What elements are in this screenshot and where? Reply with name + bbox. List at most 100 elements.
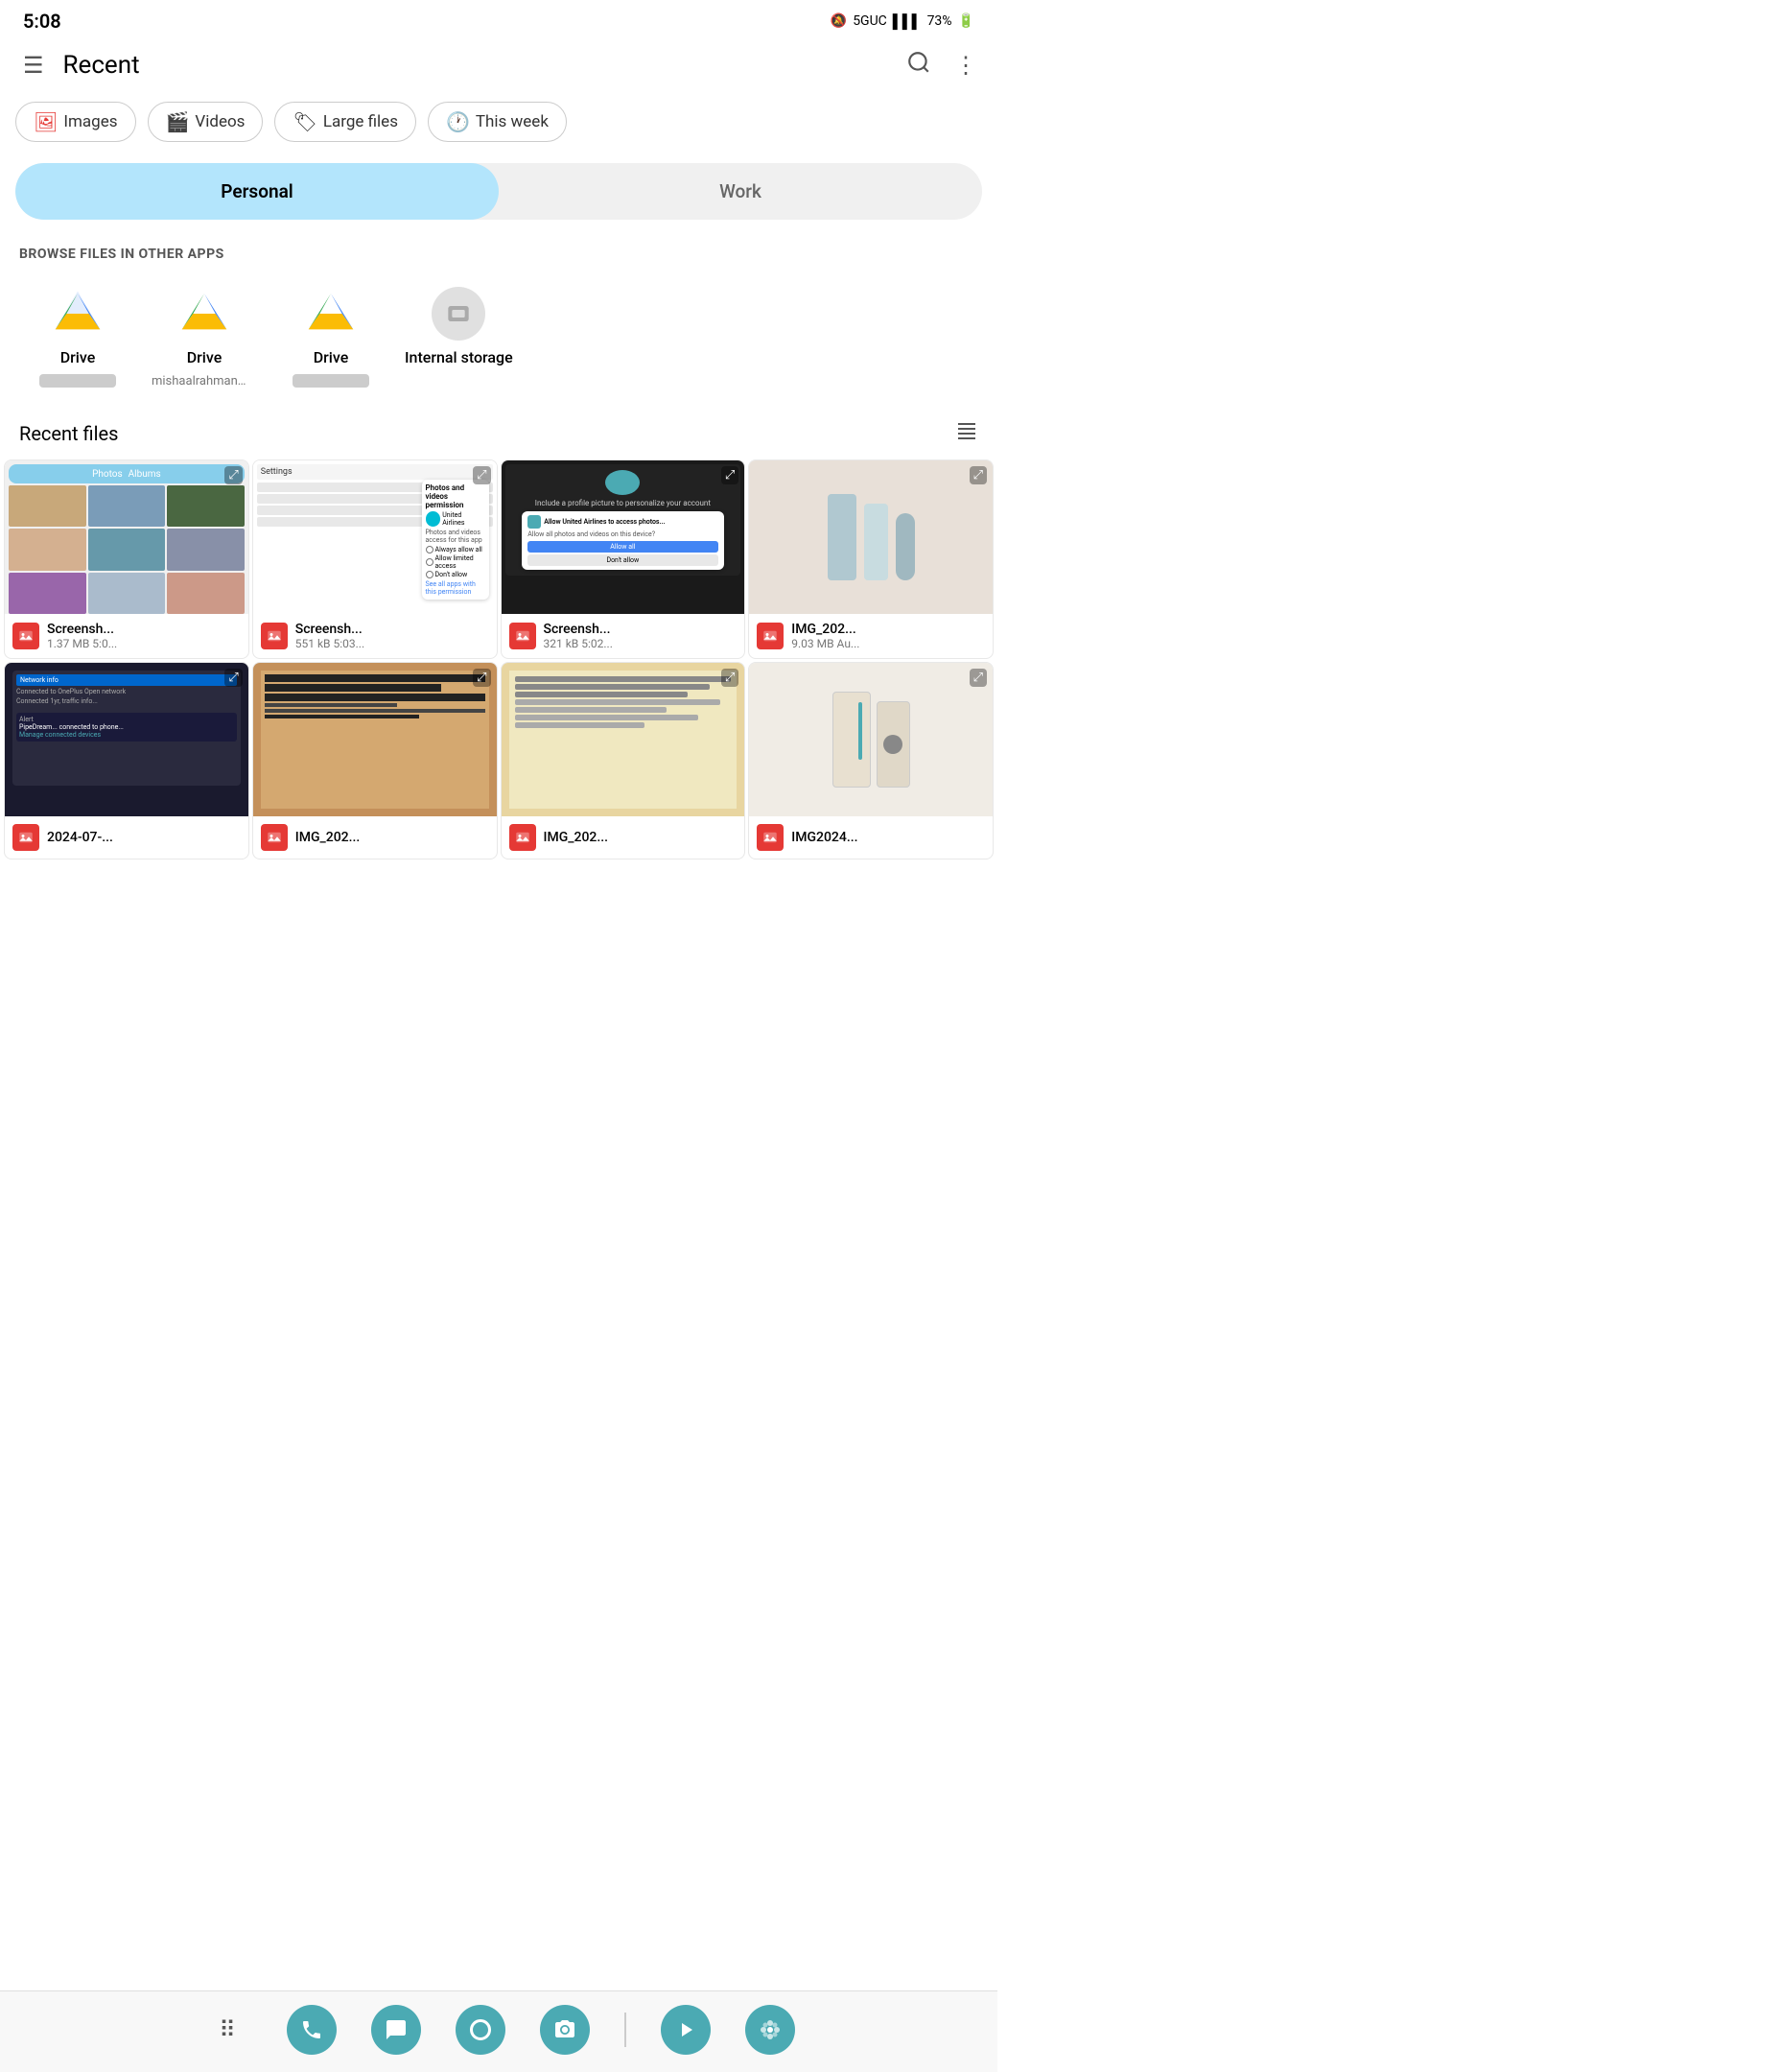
- nav-flower-icon[interactable]: [745, 2005, 795, 2055]
- nav-chat-icon[interactable]: [371, 2005, 421, 2055]
- more-options-icon[interactable]: ⋮: [949, 46, 982, 84]
- file-size-4: 9.03 MB Au...: [791, 637, 859, 650]
- nav-browser-icon[interactable]: [456, 2005, 505, 2055]
- file-thumb-5: Network info Connected to OnePlus Open n…: [5, 663, 248, 816]
- file-meta-4: IMG_202... 9.03 MB Au...: [791, 622, 859, 650]
- expand-icon-7[interactable]: ⤢: [721, 669, 738, 687]
- tab-bar: Personal Work: [15, 163, 982, 220]
- chip-videos[interactable]: 🎬 Videos: [148, 102, 264, 142]
- app-drive-2-name: Drive: [187, 348, 222, 366]
- page-title: Recent: [63, 51, 901, 80]
- app-internal-storage[interactable]: Internal storage: [393, 279, 525, 396]
- file-type-icon-2: [261, 623, 288, 649]
- expand-icon-4[interactable]: ⤢: [970, 466, 987, 484]
- file-meta-7: IMG_202...: [544, 830, 609, 845]
- chip-large-files[interactable]: 🏷 Large files: [274, 102, 416, 142]
- file-card-5[interactable]: Network info Connected to OnePlus Open n…: [4, 662, 249, 859]
- chip-images-label: Images: [63, 112, 117, 131]
- file-name-6: IMG_202...: [295, 830, 361, 845]
- file-size-1: 1.37 MB 5:0...: [47, 637, 117, 650]
- mute-icon: 🔕: [831, 13, 847, 29]
- menu-icon[interactable]: ☰: [15, 44, 52, 86]
- list-view-icon[interactable]: [955, 419, 978, 448]
- chip-videos-label: Videos: [195, 112, 245, 131]
- expand-icon-8[interactable]: ⤢: [970, 669, 987, 687]
- internal-storage-icon: [432, 287, 485, 341]
- file-thumb-8: ⤢: [749, 663, 993, 816]
- app-drive-1[interactable]: Drive: [15, 279, 140, 396]
- file-card-3[interactable]: Include a profile picture to personalize…: [501, 459, 746, 659]
- network-label: 5GUC: [853, 13, 887, 29]
- file-type-icon-1: [12, 623, 39, 649]
- file-card-4[interactable]: ⤢ IMG_202... 9.03 MB Au...: [748, 459, 994, 659]
- app-drive-2-sub: mishaalrahman@pro...: [152, 374, 257, 388]
- file-thumb-7: ⤢: [502, 663, 745, 816]
- apps-row: Drive Drive mishaalrahman@pro... Drive I…: [0, 271, 997, 404]
- videos-icon: 🎬: [166, 110, 190, 133]
- nav-play-icon[interactable]: [661, 2005, 711, 2055]
- expand-icon-6[interactable]: ⤢: [473, 669, 490, 687]
- file-meta-5: 2024-07-...: [47, 830, 113, 845]
- search-icon[interactable]: [901, 44, 937, 86]
- chip-large-files-label: Large files: [323, 112, 398, 131]
- expand-icon-1[interactable]: ⤢: [224, 466, 242, 484]
- file-name-1: Screensh...: [47, 622, 117, 637]
- file-type-icon-6: [261, 824, 288, 851]
- app-internal-storage-name: Internal storage: [405, 348, 513, 366]
- file-card-1[interactable]: PhotosAlbums ⤢: [4, 459, 249, 659]
- battery-label: 73%: [927, 13, 952, 29]
- signal-icon: ▌▌▌: [893, 13, 922, 30]
- recent-files-header: Recent files: [0, 404, 997, 459]
- chip-images[interactable]: 🖼 Images: [15, 102, 136, 142]
- file-thumb-3: Include a profile picture to personalize…: [502, 460, 745, 614]
- file-meta-1: Screensh... 1.37 MB 5:0...: [47, 622, 117, 650]
- file-card-6[interactable]: ⤢ IMG_202...: [252, 662, 498, 859]
- nav-phone-icon[interactable]: [287, 2005, 337, 2055]
- top-actions: ⋮: [901, 44, 982, 86]
- file-size-3: 321 kB 5:02...: [544, 637, 613, 650]
- file-info-2: Screensh... 551 kB 5:03...: [253, 614, 497, 658]
- file-thumb-1: PhotosAlbums ⤢: [5, 460, 248, 614]
- expand-icon-2[interactable]: ⤢: [473, 466, 490, 484]
- chip-this-week-label: This week: [476, 112, 549, 131]
- file-name-5: 2024-07-...: [47, 830, 113, 845]
- recent-files-title: Recent files: [19, 422, 118, 445]
- app-drive-2[interactable]: Drive mishaalrahman@pro...: [140, 279, 269, 396]
- tab-work[interactable]: Work: [499, 163, 982, 220]
- nav-apps-icon[interactable]: ⠿: [202, 2005, 252, 2055]
- chip-this-week[interactable]: 🕐 This week: [428, 102, 567, 142]
- file-info-8: IMG2024...: [749, 816, 993, 859]
- this-week-icon: 🕐: [446, 110, 470, 133]
- file-type-icon-4: [757, 623, 784, 649]
- images-icon: 🖼: [34, 110, 58, 133]
- expand-icon-5[interactable]: ⤢: [224, 669, 242, 687]
- large-files-icon: 🏷: [293, 110, 316, 133]
- file-meta-6: IMG_202...: [295, 830, 361, 845]
- file-name-7: IMG_202...: [544, 830, 609, 845]
- drive-icon-3: [304, 287, 358, 341]
- file-thumb-4: ⤢: [749, 460, 993, 614]
- file-name-4: IMG_202...: [791, 622, 859, 637]
- file-card-2[interactable]: Settings Photos and videos permission Un…: [252, 459, 498, 659]
- drive-icon-1: [51, 287, 105, 341]
- nav-camera-icon[interactable]: [540, 2005, 590, 2055]
- app-drive-3[interactable]: Drive: [269, 279, 393, 396]
- bottom-nav: ⠿: [0, 1990, 997, 2072]
- filter-chips: 🖼 Images 🎬 Videos 🏷 Large files 🕐 This w…: [0, 92, 997, 152]
- file-meta-2: Screensh... 551 kB 5:03...: [295, 622, 364, 650]
- browse-section-header: BROWSE FILES IN OTHER APPS: [0, 231, 997, 271]
- file-name-2: Screensh...: [295, 622, 364, 637]
- file-card-7[interactable]: ⤢ IMG_202...: [501, 662, 746, 859]
- app-drive-3-sub: [293, 374, 369, 388]
- file-name-8: IMG2024...: [791, 830, 857, 845]
- expand-icon-3[interactable]: ⤢: [721, 466, 738, 484]
- file-size-2: 551 kB 5:03...: [295, 637, 364, 650]
- status-icons: 🔕 5GUC ▌▌▌ 73% 🔋: [831, 13, 974, 30]
- file-info-7: IMG_202...: [502, 816, 745, 859]
- file-type-icon-8: [757, 824, 784, 851]
- file-info-6: IMG_202...: [253, 816, 497, 859]
- app-drive-3-name: Drive: [314, 348, 349, 366]
- file-card-8[interactable]: ⤢ IMG2024...: [748, 662, 994, 859]
- app-drive-1-sub: [39, 374, 116, 388]
- tab-personal[interactable]: Personal: [15, 163, 499, 220]
